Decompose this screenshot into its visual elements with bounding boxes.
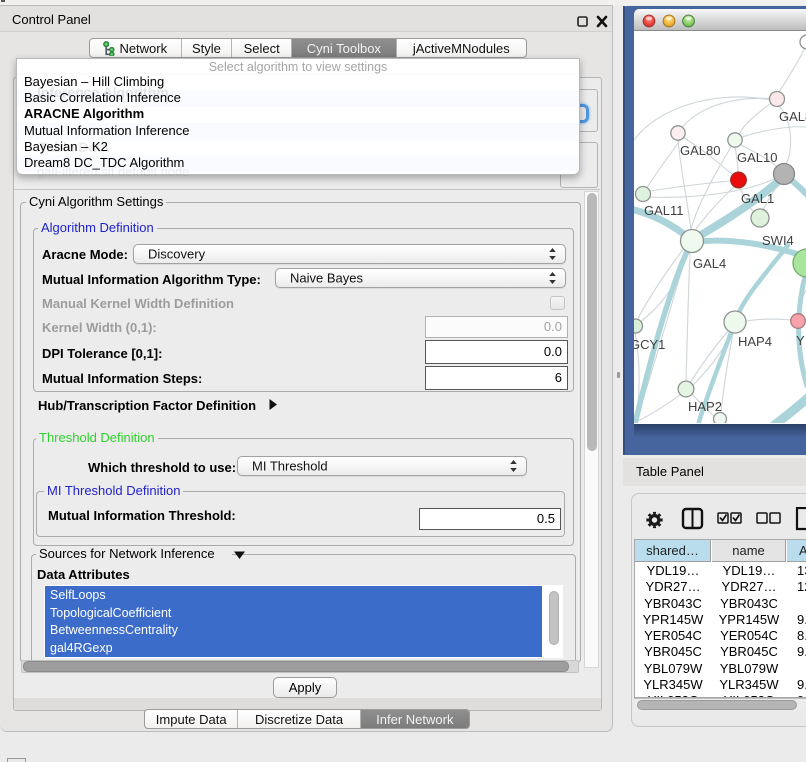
svg-text:HAP2: HAP2 <box>688 399 722 414</box>
svg-text:SWI4: SWI4 <box>762 233 794 248</box>
svg-text:GCY1: GCY1 <box>634 337 665 352</box>
svg-text:GAL1: GAL1 <box>741 191 774 206</box>
svg-text:GAL8: GAL8 <box>779 109 806 124</box>
svg-text:GAL80: GAL80 <box>680 143 720 158</box>
svg-text:HAP4: HAP4 <box>738 334 772 349</box>
svg-text:Y: Y <box>796 333 805 348</box>
svg-text:GAL4: GAL4 <box>693 256 726 271</box>
svg-text:GAL11: GAL11 <box>644 203 684 218</box>
svg-text:GAL10: GAL10 <box>737 150 777 165</box>
